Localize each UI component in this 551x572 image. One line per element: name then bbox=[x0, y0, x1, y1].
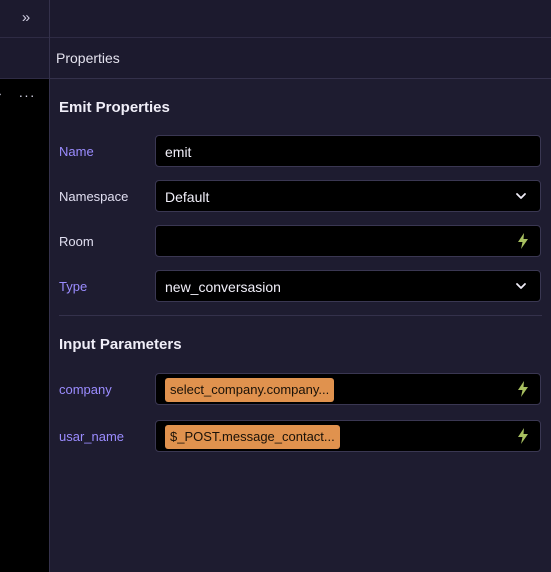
emit-properties-title: Emit Properties bbox=[59, 99, 170, 116]
room-input[interactable] bbox=[155, 225, 541, 257]
chevron-down-icon bbox=[516, 193, 526, 199]
lightning-bolt-icon[interactable] bbox=[517, 428, 529, 444]
namespace-select[interactable]: Default bbox=[155, 180, 541, 212]
section-divider bbox=[59, 315, 542, 316]
expression-chip[interactable]: select_company.company... bbox=[165, 378, 335, 402]
namespace-label: Namespace bbox=[59, 189, 129, 204]
more-options-button[interactable]: ··· bbox=[17, 85, 37, 105]
chevron-right-icon[interactable]: › bbox=[0, 86, 1, 101]
name-value: emit bbox=[165, 144, 192, 160]
type-select[interactable]: new_conversasion bbox=[155, 270, 541, 302]
properties-header: Properties bbox=[50, 38, 551, 79]
type-label: Type bbox=[59, 279, 88, 294]
expression-chip[interactable]: $_POST.message_contact... bbox=[165, 425, 340, 449]
lightning-bolt-icon[interactable] bbox=[517, 233, 529, 249]
chevrons-right-icon[interactable]: » bbox=[16, 8, 36, 28]
properties-title: Properties bbox=[56, 50, 120, 66]
usar-name-input[interactable]: $_POST.message_contact... bbox=[155, 420, 541, 452]
room-label: Room bbox=[59, 234, 94, 249]
name-label: Name bbox=[59, 144, 94, 159]
company-label: company bbox=[59, 382, 112, 397]
name-input[interactable]: emit bbox=[155, 135, 541, 167]
usar-name-label: usar_name bbox=[59, 429, 125, 444]
lightning-bolt-icon[interactable] bbox=[517, 381, 529, 397]
properties-panel: Emit Properties Name emit Namespace Defa… bbox=[50, 79, 551, 572]
company-input[interactable]: select_company.company... bbox=[155, 373, 541, 405]
left-sidebar-toolbar: › ··· bbox=[0, 38, 49, 103]
input-parameters-title: Input Parameters bbox=[59, 336, 182, 353]
namespace-value: Default bbox=[165, 189, 210, 205]
type-value: new_conversasion bbox=[165, 279, 281, 295]
top-bar bbox=[50, 0, 551, 38]
chevron-down-icon bbox=[516, 283, 526, 289]
left-sidebar-top: » bbox=[0, 0, 49, 38]
